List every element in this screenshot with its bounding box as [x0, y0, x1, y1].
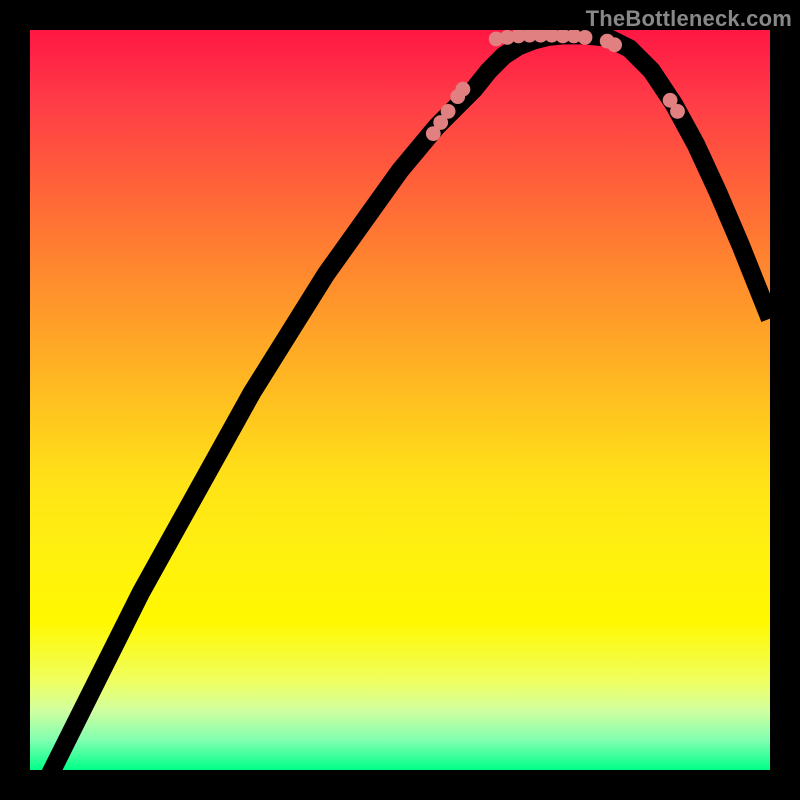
watermark-text: TheBottleneck.com [586, 6, 792, 32]
data-marker [607, 37, 622, 52]
bottleneck-curve [30, 35, 770, 770]
data-marker [670, 104, 685, 119]
data-marker [456, 82, 471, 97]
data-marker [578, 30, 593, 45]
markers-group [426, 30, 685, 141]
chart-svg [30, 30, 770, 770]
chart-container: TheBottleneck.com [0, 0, 800, 800]
data-marker [441, 104, 456, 119]
